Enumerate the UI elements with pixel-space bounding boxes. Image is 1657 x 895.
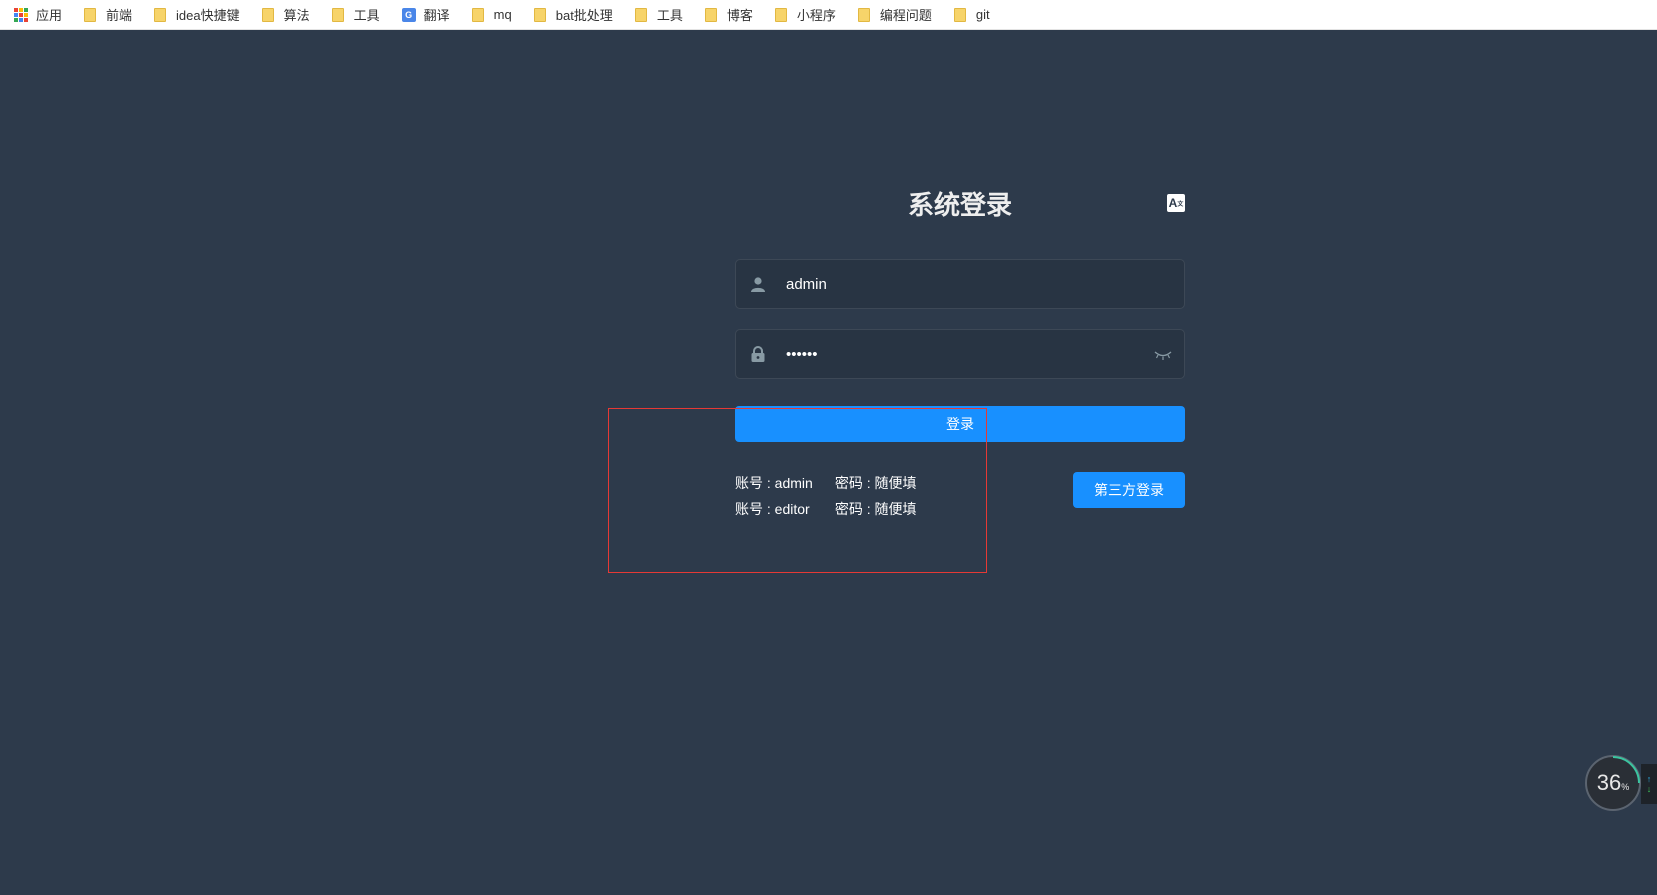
- bookmark-folder[interactable]: 工具: [634, 5, 683, 24]
- username-field: [735, 259, 1185, 309]
- login-form: 系统登录 A文 登录: [735, 180, 1185, 517]
- speed-progress-arc: [1612, 756, 1640, 784]
- bookmark-folder[interactable]: 小程序: [774, 5, 836, 24]
- bookmark-label: 前端: [106, 8, 133, 23]
- login-button[interactable]: 登录: [735, 406, 1185, 442]
- bookmark-folder[interactable]: 博客: [704, 5, 753, 24]
- bookmark-folder[interactable]: 工具: [331, 5, 380, 24]
- bookmark-label: 应用: [36, 8, 63, 23]
- bookmark-label: 博客: [726, 8, 753, 23]
- bookmark-folder[interactable]: git: [953, 7, 990, 22]
- bookmark-translate[interactable]: G 翻译: [401, 5, 450, 24]
- folder-icon: [84, 7, 97, 22]
- third-party-login-button[interactable]: 第三方登录: [1073, 472, 1185, 508]
- bookmark-folder[interactable]: 算法: [261, 5, 310, 24]
- tip-password: 密码 : 随便填: [834, 501, 917, 517]
- lock-icon: [750, 346, 766, 362]
- bookmark-folder[interactable]: mq: [471, 7, 512, 22]
- account-tips: 账号 : admin 密码 : 随便填 账号 : editor 密码 : 随便填: [735, 470, 917, 522]
- folder-icon: [471, 7, 484, 22]
- eye-closed-icon[interactable]: [1154, 348, 1172, 360]
- folder-icon: [331, 7, 344, 22]
- title-row: 系统登录 A文: [735, 180, 1185, 230]
- bookmark-label: 工具: [656, 8, 683, 23]
- tip-row: 账号 : admin 密码 : 随便填: [735, 470, 917, 496]
- tip-account: 账号 : admin: [735, 475, 813, 491]
- translate-icon[interactable]: A文: [1167, 194, 1185, 212]
- bookmark-folder[interactable]: 前端: [84, 5, 132, 24]
- bookmark-label: idea快捷键: [176, 8, 240, 23]
- bookmark-label: git: [975, 7, 990, 22]
- bookmark-label: 工具: [353, 8, 380, 23]
- folder-icon: [634, 7, 647, 22]
- bookmark-folder[interactable]: 编程问题: [857, 5, 932, 24]
- bookmark-label: 算法: [283, 8, 310, 23]
- folder-icon: [704, 7, 717, 22]
- translate-icon: G: [401, 7, 416, 22]
- speed-side-panel: ↑ ↓: [1641, 764, 1657, 804]
- bookmarks-bar: 应用 前端 idea快捷键 算法 工具 G 翻译 mq bat批处理 工具 博客…: [0, 0, 1657, 30]
- folder-icon: [774, 7, 787, 22]
- bookmark-apps[interactable]: 应用: [14, 5, 62, 24]
- bookmark-label: bat批处理: [555, 8, 613, 23]
- folder-icon: [857, 7, 870, 22]
- apps-icon: [14, 7, 28, 22]
- bookmark-folder[interactable]: idea快捷键: [154, 5, 240, 24]
- page-title: 系统登录: [907, 190, 1012, 220]
- bookmark-label: mq: [493, 7, 512, 22]
- folder-icon: [154, 7, 167, 22]
- folder-icon: [953, 7, 966, 22]
- bookmark-label: 小程序: [796, 8, 836, 23]
- bookmark-folder[interactable]: bat批处理: [533, 5, 613, 24]
- bookmark-label: 编程问题: [879, 8, 932, 23]
- arrow-down-icon: ↓: [1646, 784, 1652, 794]
- password-field: [735, 329, 1185, 379]
- user-icon: [750, 276, 766, 292]
- tip-row: 账号 : editor 密码 : 随便填: [735, 496, 917, 522]
- folder-icon: [533, 7, 546, 22]
- tip-password: 密码 : 随便填: [834, 475, 917, 491]
- arrow-up-icon: ↑: [1646, 774, 1652, 784]
- folder-icon: [261, 7, 274, 22]
- username-input[interactable]: [784, 274, 1184, 294]
- bookmark-label: 翻译: [423, 8, 450, 23]
- tip-account: 账号 : editor: [735, 501, 810, 517]
- password-input[interactable]: [784, 344, 1154, 364]
